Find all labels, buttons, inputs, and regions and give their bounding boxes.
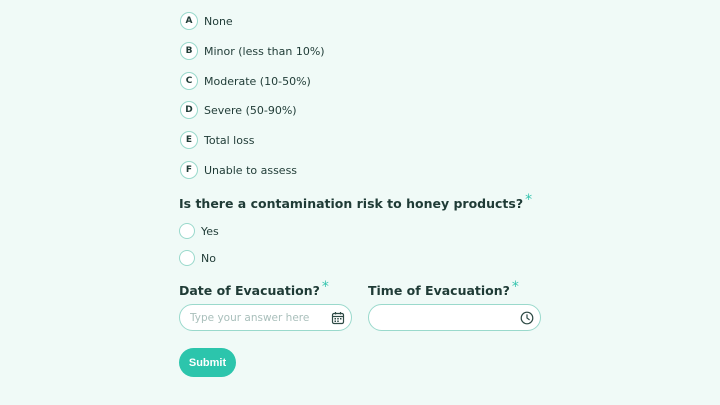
submit-button[interactable]: Submit xyxy=(179,348,236,377)
label-text: Date of Evacuation? xyxy=(179,283,320,298)
date-field-label: Date of Evacuation? * xyxy=(179,279,329,299)
option-label: Severe (50-90%) xyxy=(204,103,297,117)
option-b[interactable]: B Minor (less than 10%) xyxy=(180,41,325,61)
label-text: Time of Evacuation? xyxy=(368,283,510,298)
required-asterisk: * xyxy=(511,279,519,295)
contamination-question-title: Is there a contamination risk to honey p… xyxy=(179,192,532,212)
option-a[interactable]: A None xyxy=(180,11,233,31)
required-asterisk: * xyxy=(321,279,329,295)
option-label: Unable to assess xyxy=(204,163,298,177)
option-letter-badge: F xyxy=(180,161,198,179)
option-c[interactable]: C Moderate (10-50%) xyxy=(180,71,311,91)
option-letter-badge: E xyxy=(180,131,198,149)
option-e[interactable]: E Total loss xyxy=(180,130,254,150)
option-label: Total loss xyxy=(204,133,255,147)
radio-label: Yes xyxy=(201,224,219,238)
required-asterisk: * xyxy=(525,192,533,208)
time-input[interactable] xyxy=(379,310,509,326)
option-letter-badge: C xyxy=(180,72,198,90)
survey-form: A None B Minor (less than 10%) C Moderat… xyxy=(0,0,720,405)
radio-button[interactable] xyxy=(179,250,195,266)
radio-yes[interactable]: Yes xyxy=(179,222,219,240)
time-field[interactable] xyxy=(368,304,541,331)
radio-button[interactable] xyxy=(179,223,195,239)
option-label: Moderate (10-50%) xyxy=(204,74,311,88)
radio-label: No xyxy=(201,251,216,265)
option-f[interactable]: F Unable to assess xyxy=(180,160,297,180)
question-text: Is there a contamination risk to honey p… xyxy=(179,196,524,211)
date-field[interactable] xyxy=(179,304,352,331)
time-field-label: Time of Evacuation? * xyxy=(368,279,519,299)
option-letter-badge: D xyxy=(180,101,198,119)
radio-no[interactable]: No xyxy=(179,249,216,267)
calendar-icon[interactable] xyxy=(331,311,345,325)
option-label: Minor (less than 10%) xyxy=(204,44,325,58)
option-letter-badge: A xyxy=(180,12,198,30)
clock-icon[interactable] xyxy=(520,311,534,325)
option-label: None xyxy=(204,14,233,28)
date-input[interactable] xyxy=(190,310,320,326)
option-d[interactable]: D Severe (50-90%) xyxy=(180,100,297,120)
option-letter-badge: B xyxy=(180,42,198,60)
